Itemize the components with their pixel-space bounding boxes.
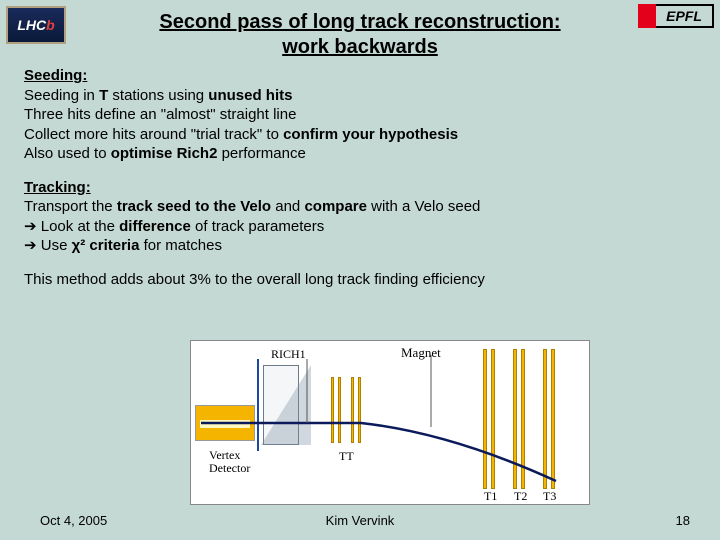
tracking-l1: Transport the track seed to the Velo and… <box>24 197 696 217</box>
t-station-slab-icon <box>483 349 487 489</box>
lhcb-logo-text: LHCb <box>17 17 54 33</box>
tt-slab-icon <box>338 377 341 443</box>
seeding-l3: Collect more hits around "trial track" t… <box>24 125 696 145</box>
t-station-slab-icon <box>521 349 525 489</box>
t-station-slab-icon <box>543 349 547 489</box>
slide-title: Second pass of long track reconstruction… <box>80 0 640 60</box>
t1-label: T1 <box>484 489 497 504</box>
footer-author: Kim Vervink <box>0 513 720 528</box>
tt-slab-icon <box>331 377 334 443</box>
seeding-l1: Seeding in T stations using unused hits <box>24 86 696 106</box>
epfl-logo-text: EPFL <box>656 4 714 28</box>
seeding-head: Seeding: <box>24 66 696 86</box>
t3-label: T3 <box>543 489 556 504</box>
epfl-logo: EPFL <box>638 4 714 28</box>
rich1-label: RICH1 <box>271 347 306 362</box>
arrow-icon: ➔ <box>24 237 37 254</box>
rich1-rail-icon <box>257 359 259 451</box>
t2-label: T2 <box>514 489 527 504</box>
seeding-l2: Three hits define an "almost" straight l… <box>24 105 696 125</box>
arrow-icon: ➔ <box>24 218 37 235</box>
t-station-slab-icon <box>491 349 495 489</box>
tracking-block: Tracking: Transport the track seed to th… <box>24 178 696 256</box>
vertex-detector-icon <box>195 405 255 441</box>
rich1-triangle-icon <box>261 365 311 445</box>
tt-slab-icon <box>358 377 361 443</box>
tt-slab-icon <box>351 377 354 443</box>
t-station-slab-icon <box>551 349 555 489</box>
title-line2: work backwards <box>282 36 438 58</box>
tracking-head: Tracking: <box>24 178 696 198</box>
footer-page: 18 <box>676 513 690 528</box>
tracking-l3: ➔ Use χ² criteria for matches <box>24 236 696 256</box>
tt-label: TT <box>339 449 354 464</box>
detector-diagram: RICH1 Magnet Vertex Detector TT T1 T2 T3 <box>190 340 590 505</box>
lhcb-logo: LHCb <box>6 6 66 44</box>
seeding-block: Seeding: Seeding in T stations using unu… <box>24 66 696 164</box>
tracking-l2: ➔ Look at the difference of track parame… <box>24 217 696 237</box>
magnet-label: Magnet <box>401 345 441 361</box>
title-line1: Second pass of long track reconstruction… <box>159 11 560 33</box>
slide-content: Seeding: Seeding in T stations using unu… <box>24 66 696 303</box>
epfl-red-block <box>638 4 656 28</box>
seeding-l4: Also used to optimise Rich2 performance <box>24 144 696 164</box>
t-station-slab-icon <box>513 349 517 489</box>
vertex-detector-label: Vertex Detector <box>209 449 250 475</box>
summary-line: This method adds about 3% to the overall… <box>24 270 696 290</box>
